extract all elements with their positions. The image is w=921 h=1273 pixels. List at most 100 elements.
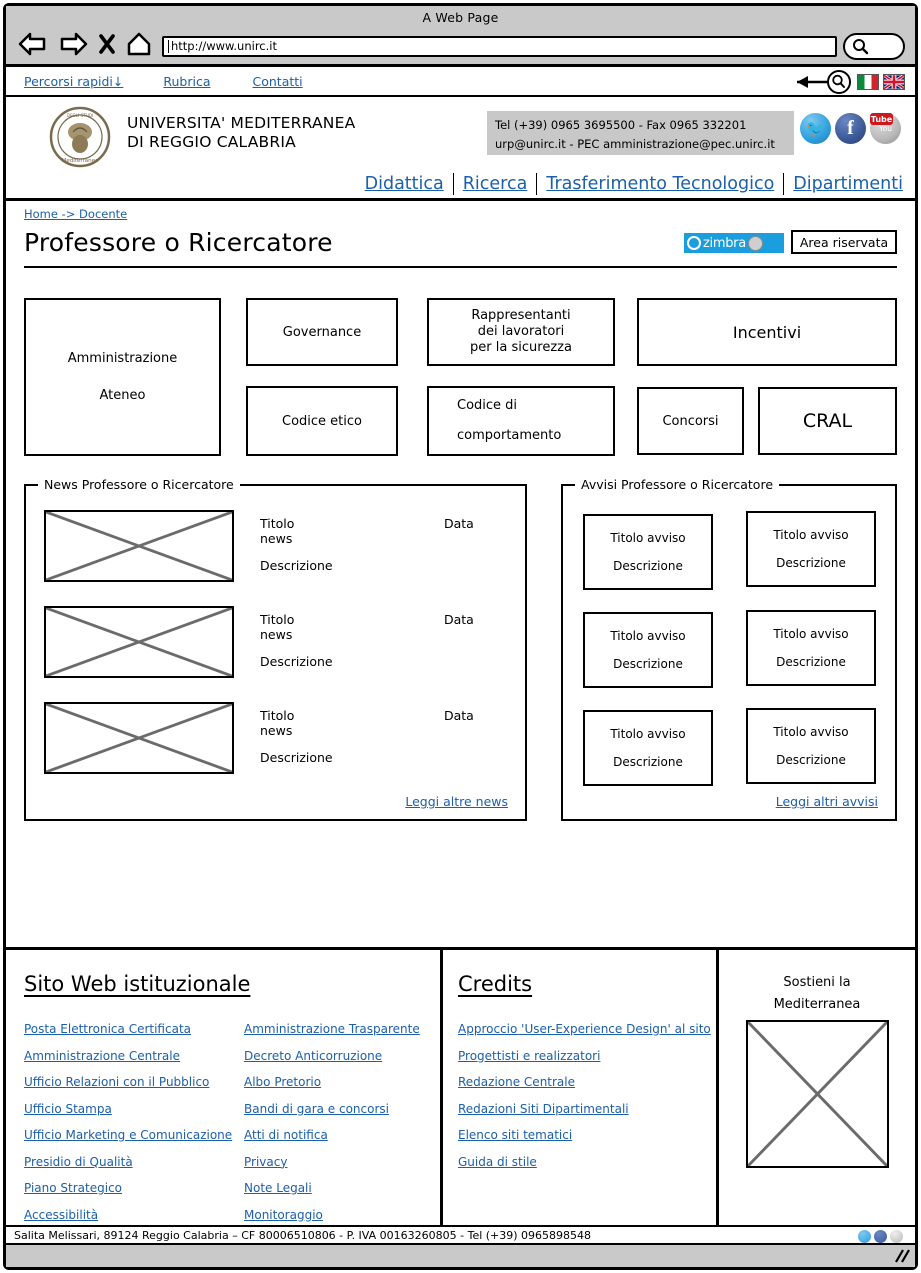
youtube-icon[interactable] — [890, 1230, 903, 1243]
footer-link-posta-elettronica-certificata[interactable]: Posta Elettronica Certificata — [24, 1022, 244, 1036]
footer-link-bandi-gara-concorsi[interactable]: Bandi di gara e concorsi — [244, 1102, 429, 1116]
browser-search-button[interactable] — [843, 32, 905, 60]
support-title: Sostieni la Mediterranea — [719, 972, 915, 1016]
news-image-placeholder — [44, 702, 234, 774]
avviso-card[interactable]: Titolo avviso Descrizione — [746, 511, 876, 587]
tile-incentivi[interactable]: Incentivi — [637, 298, 897, 366]
youtube-icon[interactable]: You Tube — [870, 113, 901, 144]
news-image-placeholder — [44, 510, 234, 582]
footer-link-elenco-siti-tematici[interactable]: Elenco siti tematici — [458, 1128, 713, 1142]
footer-column-credits: Credits Approccio 'User-Experience Desig… — [458, 950, 713, 1225]
footer-link-decreto-anticorruzione[interactable]: Decreto Anticorruzione — [244, 1049, 429, 1063]
news-description: Descrizione — [260, 654, 333, 669]
news-item[interactable]: Titolo news Data Descrizione — [44, 702, 474, 774]
footer-link-approccio-ux-design[interactable]: Approccio 'User-Experience Design' al si… — [458, 1022, 713, 1036]
facebook-icon[interactable]: f — [835, 113, 866, 144]
support-image-placeholder[interactable] — [745, 1020, 889, 1168]
contact-phone-fax: Tel (+39) 0965 3695500 - Fax 0965 332201 — [495, 118, 747, 132]
footer-link-guida-di-stile[interactable]: Guida di stile — [458, 1155, 713, 1169]
quicklink-rubrica[interactable]: Rubrica — [163, 74, 210, 89]
back-arrow-icon[interactable] — [18, 32, 48, 60]
news-item[interactable]: Titolo news Data Descrizione — [44, 606, 474, 678]
italian-flag-icon[interactable] — [857, 74, 879, 90]
footer-link-amministrazione-centrale[interactable]: Amministrazione Centrale — [24, 1049, 244, 1063]
window-resize-grip[interactable] — [6, 1245, 915, 1267]
avviso-description: Descrizione — [776, 556, 846, 570]
tile-amministrazione-ateneo[interactable]: Amministrazione Ateneo — [24, 298, 221, 456]
tile-concorsi[interactable]: Concorsi — [637, 387, 744, 455]
avviso-title: Titolo avviso — [610, 629, 686, 643]
nav-item-trasferimento-tecnologico[interactable]: Trasferimento Tecnologico — [537, 173, 783, 195]
footer-link-ufficio-marketing-comunicazione[interactable]: Ufficio Marketing e Comunicazione — [24, 1128, 244, 1142]
uk-flag-icon[interactable] — [883, 74, 905, 90]
footer-link-redazione-centrale[interactable]: Redazione Centrale — [458, 1075, 713, 1089]
university-crest-logo: Mediterranea DEGLI STUDI — [49, 106, 111, 168]
support-title-line1: Sostieni la — [783, 975, 851, 990]
zimbra-button[interactable]: zimbra — [684, 233, 784, 253]
tile-cral[interactable]: CRAL — [758, 387, 897, 455]
news-title: Titolo news — [260, 708, 295, 738]
quicklink-contatti[interactable]: Contatti — [253, 74, 303, 89]
news-date: Data — [444, 516, 474, 531]
footer-link-atti-notifica[interactable]: Atti di notifica — [244, 1128, 429, 1142]
quickbar-right-group — [795, 68, 905, 96]
quick-tiles-grid: Amministrazione Ateneo Governance Rappre… — [6, 290, 915, 460]
footer-link-redazioni-siti-dipartimentali[interactable]: Redazioni Siti Dipartimentali — [458, 1102, 713, 1116]
quicklink-percorsi-rapidi[interactable]: Percorsi rapidi↓ — [24, 74, 123, 89]
nav-item-dipartimenti[interactable]: Dipartimenti — [784, 173, 912, 195]
footer-link-accessibilita[interactable]: Accessibilità — [24, 1208, 244, 1222]
footer-link-ufficio-stampa[interactable]: Ufficio Stampa — [24, 1102, 244, 1116]
twitter-icon[interactable] — [858, 1230, 871, 1243]
tile-label-line2: Ateneo — [99, 388, 146, 403]
tile-codice-comportamento[interactable]: Codice di comportamento — [427, 386, 615, 456]
footer-heading-sito-web[interactable]: Sito Web istituzionale — [24, 972, 250, 996]
facebook-icon[interactable] — [874, 1230, 887, 1243]
avviso-card[interactable]: Titolo avviso Descrizione — [746, 708, 876, 784]
avviso-card[interactable]: Titolo avviso Descrizione — [746, 610, 876, 686]
footer-column-sostieni: Sostieni la Mediterranea — [719, 950, 915, 1225]
nav-item-ricerca[interactable]: Ricerca — [454, 173, 537, 195]
footer-link-ufficio-relazioni-pubblico[interactable]: Ufficio Relazioni con il Pubblico — [24, 1075, 244, 1089]
area-riservata-button[interactable]: Area riservata — [791, 230, 897, 254]
tile-label-line3: per la sicurezza — [470, 340, 572, 355]
home-icon[interactable] — [126, 32, 152, 60]
tile-label: CRAL — [802, 409, 853, 432]
university-name-line2: DI REGGIO CALABRIA — [127, 133, 296, 151]
footer-link-progettisti-realizzatori[interactable]: Progettisti e realizzatori — [458, 1049, 713, 1063]
footer-link-presidio-qualita[interactable]: Presidio di Qualità — [24, 1155, 244, 1169]
footer-link-albo-pretorio[interactable]: Albo Pretorio — [244, 1075, 429, 1089]
leggi-altri-avvisi-link[interactable]: Leggi altri avvisi — [776, 794, 878, 809]
footer-link-note-legali[interactable]: Note Legali — [244, 1181, 429, 1195]
footer-link-privacy[interactable]: Privacy — [244, 1155, 429, 1169]
page-title-bar: Professore o Ricercatore zimbra Area ris… — [24, 228, 897, 268]
forward-arrow-icon[interactable] — [58, 32, 88, 60]
footer-heading-credits[interactable]: Credits — [458, 972, 532, 996]
avviso-card[interactable]: Titolo avviso Descrizione — [583, 514, 713, 590]
svg-text:Mediterranea: Mediterranea — [62, 158, 99, 164]
tile-governance[interactable]: Governance — [246, 298, 398, 366]
news-panel-legend: News Professore o Ricercatore — [38, 477, 240, 492]
footer-link-piano-strategico[interactable]: Piano Strategico — [24, 1181, 244, 1195]
news-item[interactable]: Titolo news Data Descrizione — [44, 510, 474, 582]
tile-label-line2: comportamento — [457, 428, 562, 443]
avviso-card[interactable]: Titolo avviso Descrizione — [583, 710, 713, 786]
avviso-description: Descrizione — [776, 655, 846, 669]
tile-label-line1: Amministrazione — [67, 351, 178, 366]
leggi-altre-news-link[interactable]: Leggi altre news — [405, 794, 508, 809]
twitter-icon[interactable]: 🐦 — [800, 113, 831, 144]
zimbra-smiley-icon — [687, 236, 701, 250]
address-bar[interactable]: http://www.unirc.it — [162, 35, 837, 57]
tile-label-line2: dei lavoratori — [477, 324, 565, 339]
footer-divider — [440, 950, 443, 1225]
tile-rappresentanti-lavoratori[interactable]: Rappresentanti dei lavoratori per la sic… — [427, 298, 615, 366]
tile-codice-etico[interactable]: Codice etico — [246, 386, 398, 456]
footer-link-monitoraggio[interactable]: Monitoraggio — [244, 1208, 429, 1222]
breadcrumb[interactable]: Home -> Docente — [6, 201, 127, 221]
footer-link-amministrazione-trasparente[interactable]: Amministrazione Trasparente — [244, 1022, 429, 1036]
avviso-card[interactable]: Titolo avviso Descrizione — [583, 612, 713, 688]
avviso-description: Descrizione — [613, 657, 683, 671]
contact-info-box: Tel (+39) 0965 3695500 - Fax 0965 332201… — [487, 111, 794, 155]
nav-item-didattica[interactable]: Didattica — [356, 173, 453, 195]
avviso-title: Titolo avviso — [773, 528, 849, 542]
close-x-icon[interactable] — [98, 33, 116, 59]
